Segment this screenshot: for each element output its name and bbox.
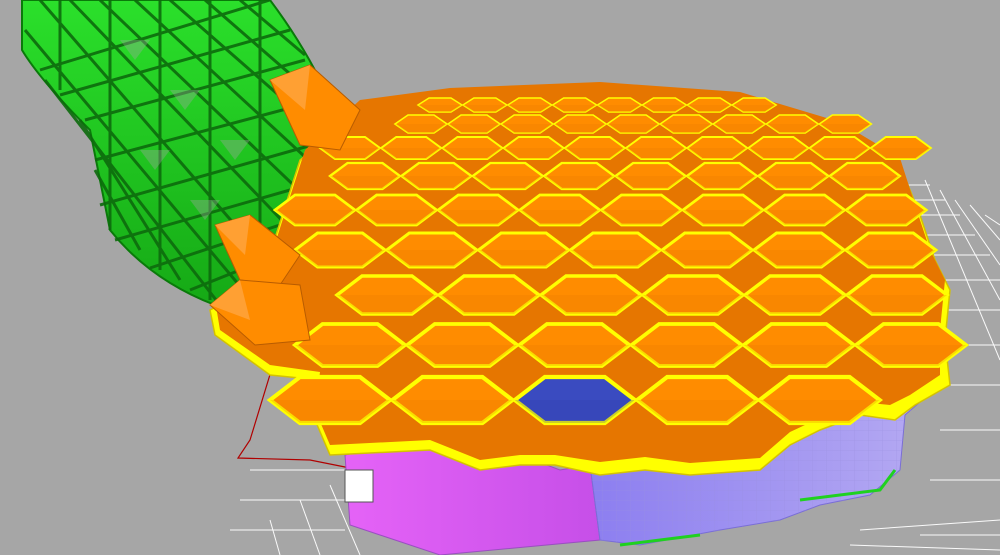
white-block [344,469,374,503]
viewport-canvas[interactable] [0,0,1000,555]
3d-viewport[interactable] [0,0,1000,555]
